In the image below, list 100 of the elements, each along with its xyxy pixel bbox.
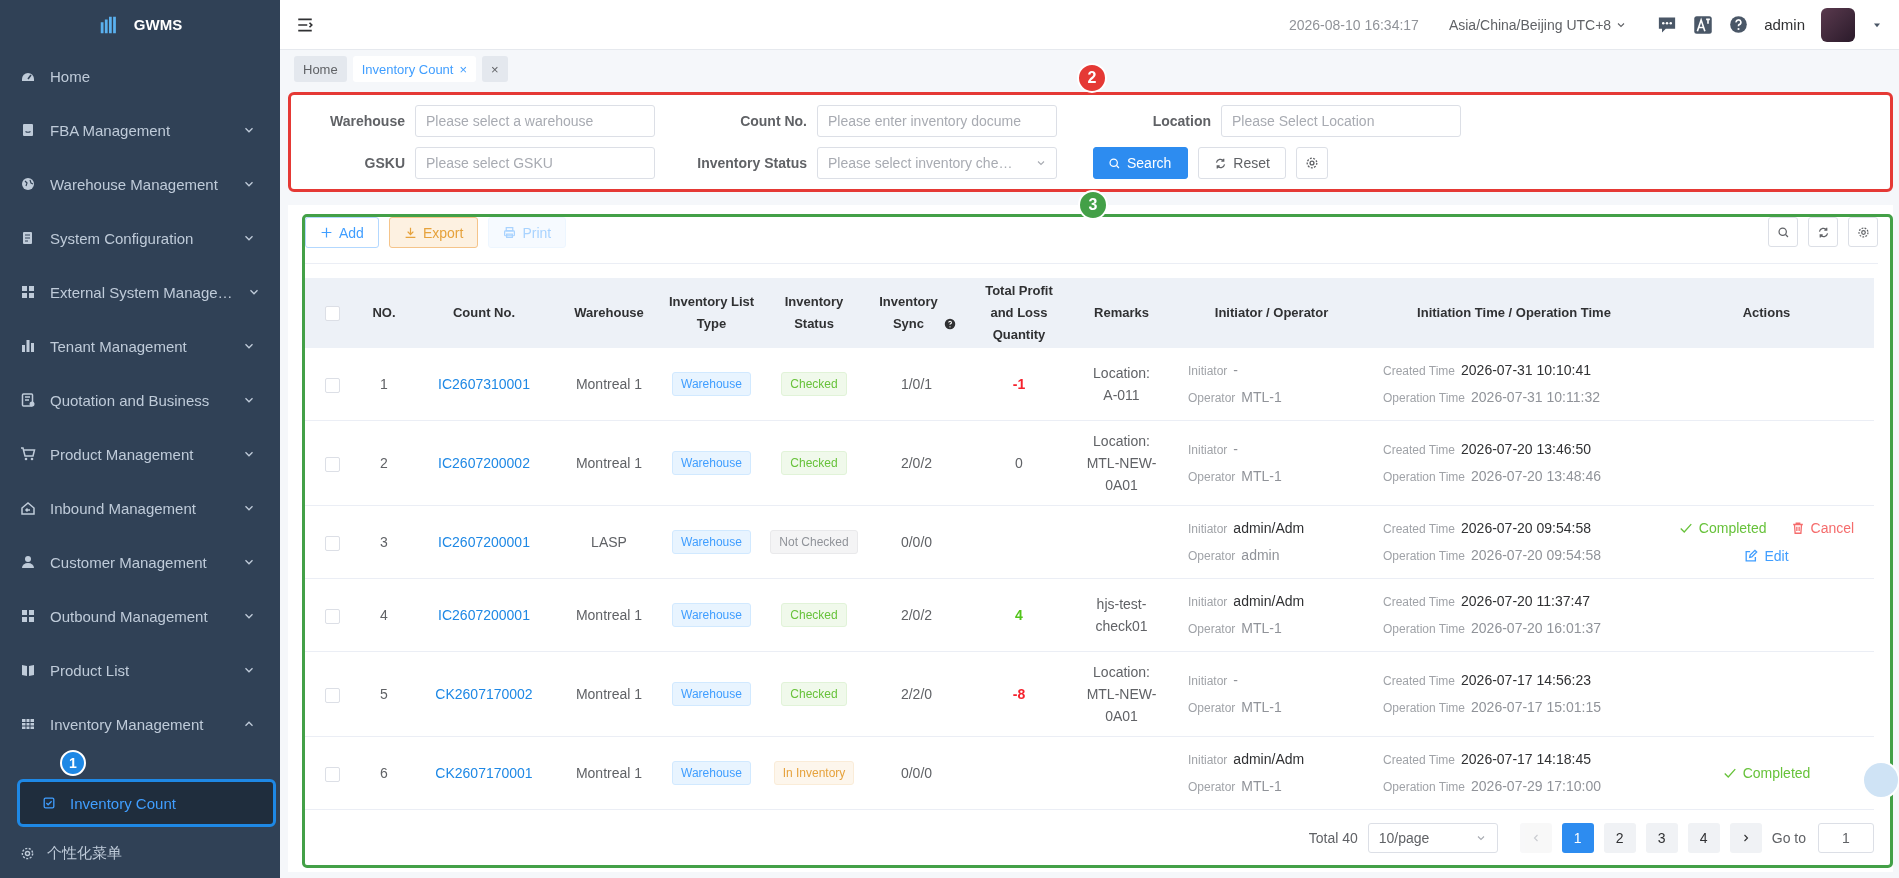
list-type-tag: Warehouse	[672, 451, 751, 475]
field-label: Initiator	[1188, 442, 1228, 459]
row-number: 3	[380, 534, 388, 550]
page-button[interactable]: 2	[1603, 822, 1636, 853]
cart-icon	[20, 446, 36, 462]
row-checkbox[interactable]	[324, 687, 340, 703]
count-number-link[interactable]: CK2607170001	[435, 765, 533, 781]
timestamp: 2026-07-31 10:11:32	[1471, 388, 1600, 407]
count-number-link[interactable]: IC2607310001	[438, 376, 530, 392]
row-number: 4	[380, 607, 388, 623]
sidebar-subitem[interactable]: Inventory Count	[17, 779, 276, 827]
field-label: Operation Time	[1383, 548, 1466, 565]
settings-button[interactable]	[1848, 217, 1878, 247]
field-label: Initiator	[1188, 521, 1228, 538]
sidebar-item[interactable]: FBA Management	[0, 103, 280, 157]
page-button[interactable]: 4	[1687, 822, 1720, 853]
field-label: Created Time	[1383, 363, 1456, 380]
help-icon[interactable]	[1729, 15, 1749, 34]
field-label: Location	[1151, 113, 1211, 129]
count-number-link[interactable]: IC2607200002	[438, 455, 530, 471]
profit-loss-quantity: -1	[1012, 376, 1026, 392]
status-tag: Not Checked	[770, 530, 858, 554]
total-count: Total 40	[1308, 829, 1358, 846]
profit-loss-quantity: 0	[1015, 455, 1023, 471]
gear-icon	[1856, 225, 1870, 239]
sidebar-item[interactable]: Product List	[0, 643, 280, 697]
list-type-tag: Warehouse	[672, 530, 751, 554]
field-label: Inventory Status	[696, 155, 807, 171]
settings-button[interactable]	[1295, 147, 1328, 179]
sidebar-item[interactable]: Inbound Management	[0, 481, 280, 535]
list-type-tag: Warehouse	[672, 603, 751, 627]
refresh-button[interactable]	[1808, 217, 1838, 247]
page-number-field[interactable]: 1	[1818, 822, 1874, 853]
sidebar-item[interactable]: Quotation and Business	[0, 373, 280, 427]
status-tag: Checked	[781, 682, 847, 706]
sync-count: 1/0/1	[900, 376, 933, 392]
initiator-name: -	[1233, 440, 1239, 459]
count-number-link[interactable]: IC2607200001	[438, 607, 530, 623]
sidebar-item[interactable]: Warehouse Management	[0, 157, 280, 211]
count-number-link[interactable]: CK2607170002	[435, 686, 533, 702]
page-size-select[interactable]: 10/page	[1367, 822, 1498, 853]
warehouse-name: Montreal 1	[575, 376, 643, 392]
translate-icon[interactable]	[1693, 14, 1714, 35]
field-label: Operator	[1188, 390, 1236, 407]
avatar-photo-placeholder[interactable]	[1821, 7, 1855, 42]
timestamp: 2026-07-20 11:37:47	[1461, 592, 1590, 611]
sidebar-item[interactable]: Outbound Management	[0, 589, 280, 643]
search-button[interactable]: Search	[1093, 147, 1189, 179]
count-number-link[interactable]: IC2607200001	[438, 534, 530, 550]
sidebar-item[interactable]: Tenant Management	[0, 319, 280, 373]
sidebar-item[interactable]: 个性化菜单	[0, 829, 280, 878]
field-label: Initiator	[1188, 752, 1228, 769]
input-field[interactable]: Please enter inventory docume	[817, 105, 1057, 137]
row-number: 6	[380, 765, 388, 781]
sidebar-item[interactable]: Product Management	[0, 427, 280, 481]
user-name[interactable]: admin	[1764, 16, 1805, 33]
column-header: NO.	[372, 304, 396, 322]
page-button[interactable]: 3	[1645, 822, 1678, 853]
search-button[interactable]	[1768, 217, 1798, 247]
input-field[interactable]: Please select a warehouse	[415, 105, 655, 137]
sync-count: 2/2/0	[900, 686, 933, 702]
row-checkbox[interactable]	[324, 456, 340, 472]
input-field[interactable]: Please select GSKU	[415, 147, 655, 179]
sidebar-item[interactable]: Home	[0, 49, 280, 103]
sidebar-item[interactable]: System Configuration	[0, 211, 280, 265]
sidebar-item[interactable]: Inventory Management	[0, 697, 280, 751]
row-checkbox[interactable]	[324, 377, 340, 393]
input-field[interactable]: Please Select Location	[1221, 105, 1461, 137]
row-checkbox[interactable]	[324, 766, 340, 782]
column-header: Initiator / Operator	[1214, 304, 1329, 322]
column-header: Actions	[1742, 304, 1791, 322]
select-field[interactable]: Please select inventory che…	[817, 147, 1057, 179]
sync-count: 0/0/0	[900, 765, 933, 781]
column-header: Warehouse	[574, 304, 644, 322]
header-checkbox[interactable]	[324, 306, 340, 322]
field-label: Operator	[1188, 779, 1236, 796]
row-checkbox[interactable]	[324, 608, 340, 624]
field-label: Operator	[1188, 548, 1236, 565]
goto-label: Go to	[1771, 829, 1806, 846]
page-tab[interactable]: Home	[294, 56, 347, 82]
row-checkbox[interactable]	[324, 535, 340, 551]
search-icon	[1776, 225, 1790, 239]
trash-icon	[1790, 521, 1805, 535]
warehouse-name: Montreal 1	[575, 607, 643, 623]
column-header: Remarks	[1094, 304, 1149, 322]
help-icon[interactable]	[943, 318, 956, 330]
field-label: Operation Time	[1383, 469, 1466, 486]
reset-button[interactable]: Reset	[1198, 147, 1286, 179]
timestamp: 2026-07-17 15:01:15	[1471, 698, 1602, 717]
date-time: 2026-08-10 16:34:17	[1288, 16, 1419, 33]
sidebar-item[interactable]: Customer Management	[0, 535, 280, 589]
column-header: Inventory List Type	[667, 293, 756, 333]
timestamp: 2026-07-17 14:18:45	[1461, 750, 1592, 769]
sidebar-item[interactable]: External System Manage…	[0, 265, 280, 319]
timezone-select[interactable]: Asia/China/Beijing UTC+8	[1448, 16, 1628, 33]
plus-icon	[320, 226, 333, 239]
close-all-button[interactable]: ×	[482, 56, 508, 82]
warehouse-name: Montreal 1	[575, 455, 643, 471]
gear-icon	[20, 846, 35, 861]
page-button[interactable]: 1	[1561, 822, 1594, 853]
